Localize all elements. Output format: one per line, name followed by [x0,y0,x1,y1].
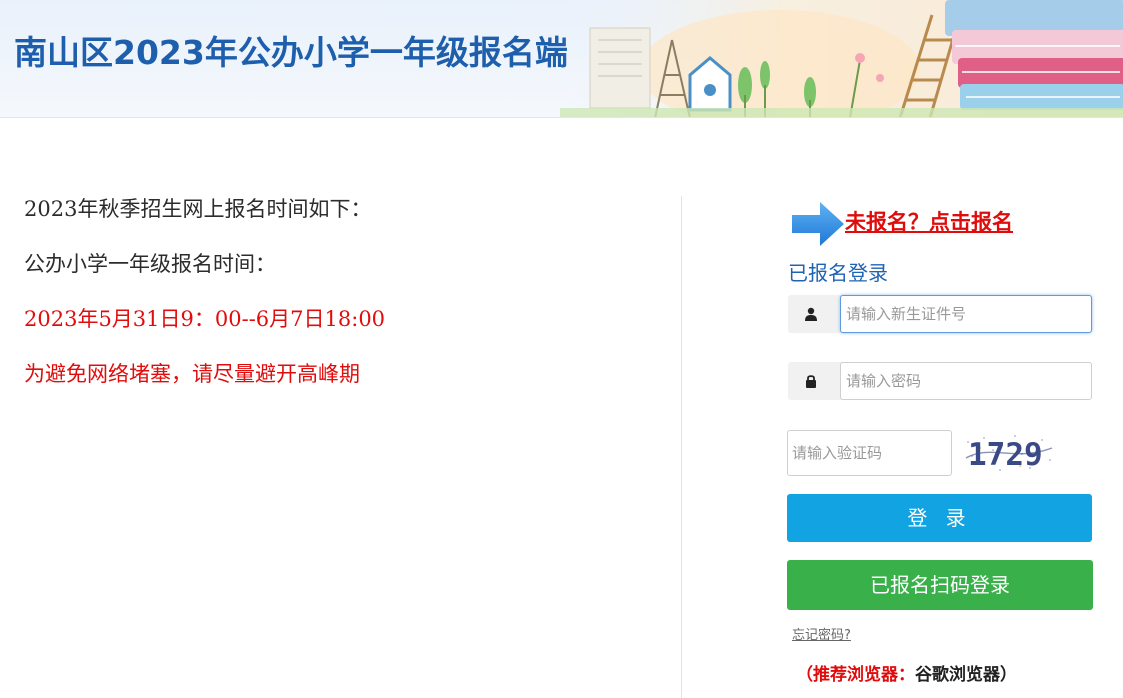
id-number-field [788,295,1092,333]
enrollment-notice: 2023年秋季招生网上报名时间如下： 公办小学一年级报名时间： 2023年5月3… [24,196,385,416]
notice-line-1: 2023年秋季招生网上报名时间如下： [24,197,372,221]
lock-icon [788,362,834,400]
page-header: 南山区2023年公办小学一年级报名端 [0,0,1123,118]
user-icon [788,295,834,333]
arrow-right-icon [792,202,844,246]
forgot-password-link[interactable]: 忘记密码? [792,624,851,643]
captcha-code: 1729 [968,437,1043,473]
notice-peak-warning: 为避免网络堵塞，请尽量避开高峰期 [24,362,360,386]
id-number-input[interactable] [840,295,1092,333]
browser-tip-name: 谷歌浏览器） [915,665,1017,685]
captcha-image[interactable]: 1729 [960,430,1056,476]
notice-enrollment-period: 2023年5月31日9：00--6月7日18:00 [24,307,386,331]
header-banner-illustration [560,0,1123,117]
browser-tip-prefix: （推荐浏览器： [796,665,915,685]
vertical-divider [681,196,682,698]
password-field [788,362,1092,400]
login-heading: 已报名登录 [788,263,888,285]
page-title: 南山区2023年公办小学一年级报名端 [14,33,568,72]
browser-recommendation: （推荐浏览器：谷歌浏览器） [796,660,1017,685]
captcha-input[interactable] [787,430,952,476]
register-link[interactable]: 未报名？点击报名 [845,206,1013,236]
password-input[interactable] [840,362,1092,400]
qr-login-button[interactable]: 已报名扫码登录 [787,560,1093,610]
login-button[interactable]: 登 录 [787,494,1092,542]
notice-line-2: 公办小学一年级报名时间： [24,252,276,276]
